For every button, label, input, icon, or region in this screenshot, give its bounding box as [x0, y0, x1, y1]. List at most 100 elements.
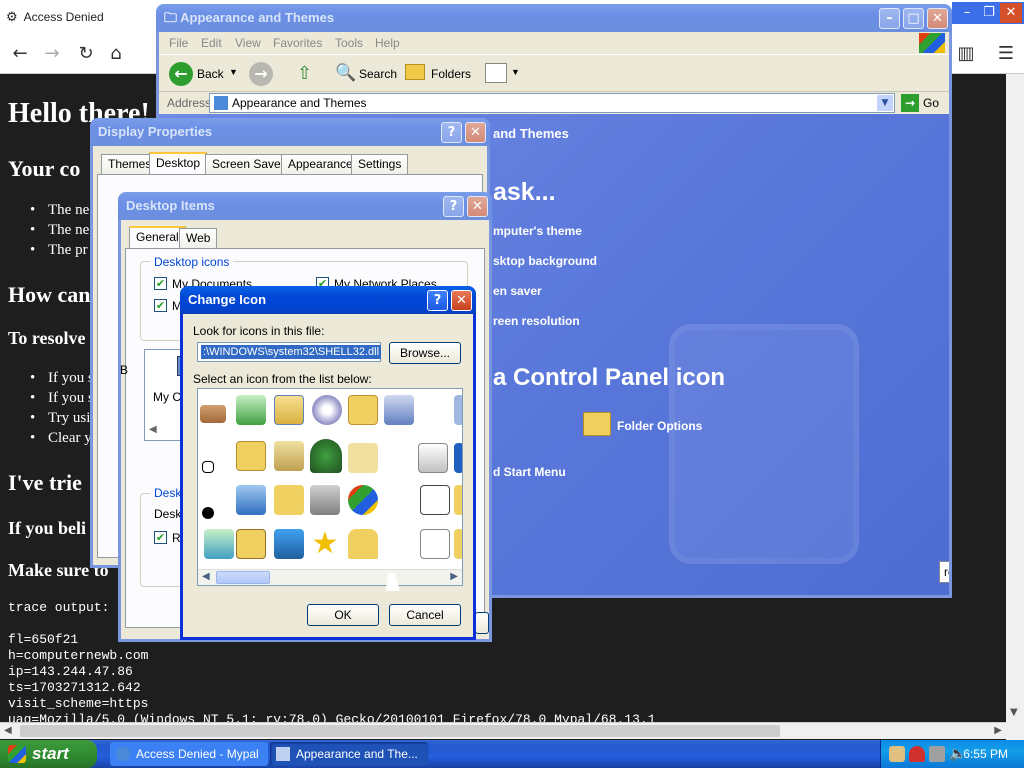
run-cleanup-checkbox[interactable]: ✔ — [154, 531, 167, 544]
taskbar-item-browser[interactable]: Access Denied - Mypal — [110, 742, 268, 766]
help-drive-icon[interactable] — [418, 443, 448, 473]
sidebar-toggle-icon[interactable]: ▥ — [954, 42, 978, 66]
ok-button[interactable]: OK — [307, 604, 379, 626]
star-icon[interactable]: ★ — [310, 529, 340, 559]
preview-scroll-left-icon[interactable]: ◀ — [149, 424, 157, 435]
back-button[interactable]: Back — [197, 67, 224, 81]
my-documents-checkbox[interactable]: ✔ — [154, 277, 167, 290]
sharing-hand-icon[interactable] — [200, 405, 226, 423]
icon-file-input[interactable]: :\WINDOWS\system32\SHELL32.dll — [197, 342, 382, 362]
help-button[interactable]: ? — [443, 196, 464, 217]
shortcut-window-icon[interactable] — [236, 485, 266, 515]
menu-favorites[interactable]: Favorites — [273, 36, 322, 50]
close-button[interactable]: ✕ — [927, 8, 948, 29]
recycle-icon[interactable] — [204, 529, 234, 559]
browser-minimize-icon[interactable]: – — [956, 3, 978, 23]
printer-folder-icon[interactable] — [274, 441, 304, 471]
control-panel-icon[interactable] — [274, 395, 304, 425]
tab-general[interactable]: General — [129, 226, 186, 248]
task-link-resolution[interactable]: reen resolution — [493, 314, 580, 328]
tab-settings[interactable]: Settings — [351, 154, 409, 174]
folders-icon[interactable] — [405, 64, 425, 80]
browser-tab[interactable]: ⚙ Access Denied — [6, 6, 104, 28]
folder-options-icon[interactable] — [583, 412, 611, 436]
folders-button[interactable]: Folders — [431, 67, 471, 81]
tab-desktop[interactable]: Desktop — [149, 152, 208, 174]
folder-tools-icon[interactable] — [236, 529, 266, 559]
recycle-bin-full-icon[interactable] — [236, 395, 266, 425]
task-link-theme[interactable]: mputer's theme — [493, 224, 582, 238]
browser-maximize-icon[interactable]: ❐ — [978, 3, 1000, 23]
partial-icon[interactable] — [454, 485, 462, 515]
address-dropdown-icon[interactable]: ▼ — [877, 95, 893, 111]
tray-security-shield-icon[interactable] — [909, 746, 925, 762]
my-computer-checkbox[interactable]: ✔ — [154, 299, 167, 312]
menu-edit[interactable]: Edit — [201, 36, 222, 50]
browser-forward-icon[interactable]: → — [40, 42, 64, 66]
cd-drive-icon[interactable] — [312, 395, 342, 425]
menu-view[interactable]: View — [235, 36, 261, 50]
floppy-stack-icon[interactable] — [384, 395, 414, 425]
partial-icon[interactable] — [454, 443, 462, 473]
scroll-left-icon[interactable]: ◀ — [202, 571, 210, 582]
taskbar-item-explorer[interactable]: Appearance and The... — [270, 742, 428, 766]
back-dropdown-icon[interactable]: ▼ — [229, 67, 238, 77]
views-dropdown-icon[interactable]: ▼ — [511, 67, 520, 77]
browser-back-icon[interactable]: ← — [8, 42, 32, 66]
help-button[interactable]: ? — [427, 290, 448, 311]
scroll-right-icon[interactable]: ▶ — [994, 725, 1002, 736]
search-icon[interactable]: 🔍 — [335, 63, 356, 83]
scroll-right-icon[interactable]: ▶ — [450, 571, 458, 582]
browse-button[interactable]: Browse... — [389, 342, 461, 364]
background-button[interactable]: rd — [939, 561, 949, 583]
browser-home-icon[interactable]: ⌂ — [104, 42, 128, 66]
browser-menu-icon[interactable]: ☰ — [994, 42, 1018, 66]
tray-network-icon[interactable] — [929, 746, 945, 762]
forward-arrow-icon[interactable]: → — [249, 62, 273, 86]
tree-icon[interactable] — [310, 439, 342, 473]
clock-small-icon[interactable] — [202, 507, 214, 519]
vertical-scrollbar[interactable]: ▼ — [1006, 74, 1024, 740]
menu-file[interactable]: File — [169, 36, 188, 50]
minimize-button[interactable]: – — [879, 8, 900, 29]
scroll-thumb[interactable] — [216, 571, 270, 584]
partial-icon[interactable] — [454, 395, 462, 425]
horizontal-scrollbar[interactable]: ◀ ▶ — [0, 722, 1006, 739]
go-arrow-icon[interactable]: → — [901, 94, 919, 112]
folder-settings-icon[interactable] — [236, 441, 266, 471]
cancel-button[interactable]: Cancel — [389, 604, 461, 626]
windows-update-icon[interactable] — [348, 485, 378, 515]
search-document-icon[interactable] — [420, 529, 450, 559]
views-icon[interactable] — [485, 63, 507, 83]
maximize-button[interactable]: □ — [903, 8, 924, 29]
search-folder-icon[interactable] — [348, 443, 378, 473]
icon-list-scrollbar[interactable]: ◀ ▶ — [198, 569, 462, 585]
folder-edit-icon[interactable] — [274, 485, 304, 515]
key-icon[interactable] — [348, 395, 378, 425]
search-button[interactable]: Search — [359, 67, 397, 81]
address-field[interactable]: Appearance and Themes ▼ — [209, 93, 895, 113]
menu-tools[interactable]: Tools — [335, 36, 363, 50]
menu-help[interactable]: Help — [375, 36, 400, 50]
task-link-screensaver[interactable]: en saver — [493, 284, 542, 298]
network-computer-icon[interactable] — [310, 485, 340, 515]
lock-icon[interactable] — [348, 529, 378, 559]
desktop-items-button-fragment[interactable] — [475, 612, 489, 634]
tray-sharing-icon[interactable] — [889, 746, 905, 762]
browser-close-icon[interactable]: ✕ — [1000, 3, 1022, 23]
computer-network-icon[interactable] — [274, 529, 304, 559]
tab-web[interactable]: Web — [179, 228, 218, 248]
tab-screen-saver[interactable]: Screen Saver — [205, 154, 292, 174]
back-arrow-icon[interactable]: ← — [169, 62, 193, 86]
copy-pages-icon[interactable] — [420, 485, 450, 515]
start-button[interactable]: start — [0, 740, 97, 768]
partial-icon[interactable] — [454, 529, 462, 559]
scroll-down-icon[interactable]: ▼ — [1010, 707, 1018, 718]
task-link-background[interactable]: sktop background — [493, 254, 597, 268]
go-button[interactable]: Go — [923, 96, 939, 110]
browser-reload-icon[interactable]: ↻ — [74, 42, 98, 66]
shortcut-arrow-icon[interactable] — [202, 461, 214, 473]
folder-options-link[interactable]: Folder Options — [617, 419, 702, 433]
close-button[interactable]: ✕ — [451, 290, 472, 311]
taskbar-start-menu-link[interactable]: d Start Menu — [493, 465, 566, 479]
